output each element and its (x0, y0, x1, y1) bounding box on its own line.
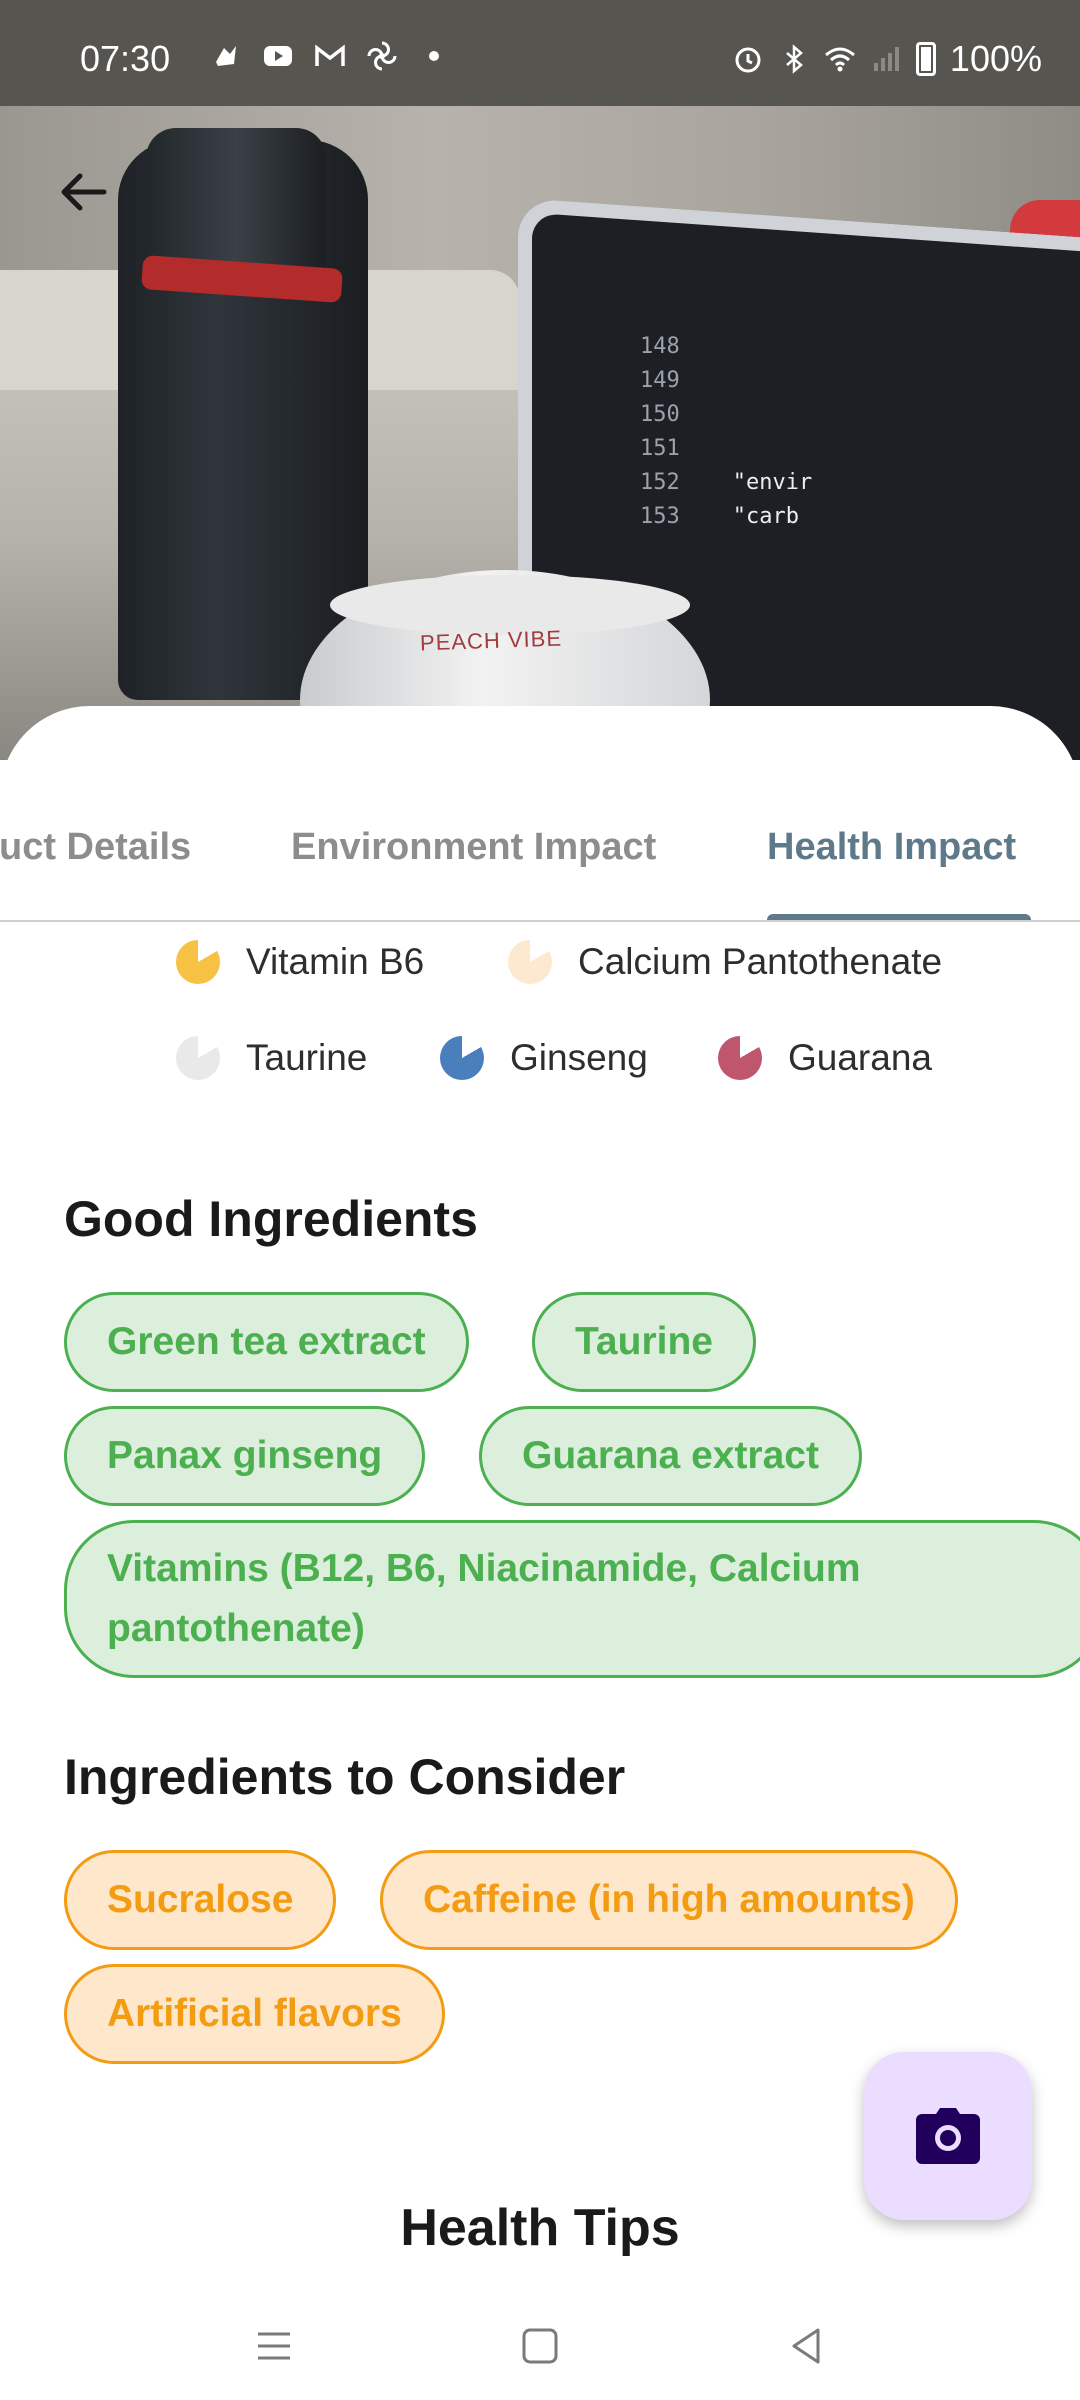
pie-legend-icon (176, 940, 220, 984)
good-ingredient-chip[interactable]: Vitamins (B12, B6, Niacinamide, Calcium … (64, 1520, 1080, 1678)
code-line-number: 152 (640, 470, 680, 495)
code-line-number: 151 (640, 436, 680, 461)
code-line-text: "envir (732, 470, 813, 495)
system-icons: 100% (732, 38, 1042, 80)
battery-icon (915, 42, 936, 76)
legend-label: Vitamin B6 (246, 941, 425, 982)
status-bar: 07:30 100% (0, 0, 1080, 106)
consider-ingredient-chip[interactable]: Artificial flavors (64, 1964, 445, 2064)
photo-laptop-code: 148 149 150 151 152 "envir 153 "carb (640, 330, 1060, 710)
legend-label: Calcium Pantothenate (578, 941, 943, 982)
menu-icon[interactable] (244, 2316, 304, 2376)
camera-button[interactable] (864, 2052, 1032, 2220)
back-triangle-icon[interactable] (776, 2316, 836, 2376)
pie-legend-icon (718, 1036, 762, 1080)
code-line-number: 153 (640, 504, 680, 529)
consider-ingredient-chip[interactable]: Sucralose (64, 1850, 337, 1950)
pinwheel-icon (367, 41, 397, 71)
battery-percent: 100% (949, 38, 1042, 79)
legend-item: Calcium Pantothenate (508, 940, 942, 984)
legend-item: Ginseng (440, 1036, 648, 1080)
back-arrow-icon[interactable] (52, 160, 116, 224)
photo-bottle-cap (146, 128, 326, 278)
tab-environment-impact[interactable]: Environment Impact (291, 826, 656, 869)
photo-can-label: PEACH VIBE (419, 625, 563, 656)
code-line-number: 149 (640, 368, 680, 393)
product-photo: 148 149 150 151 152 "envir 153 "carb PEA… (0, 0, 1080, 760)
legend-item: Taurine (176, 1036, 367, 1080)
home-square-icon[interactable] (510, 2316, 570, 2376)
code-line-text: "carb (732, 504, 799, 529)
wifi-icon (824, 47, 855, 72)
pie-legend-icon (176, 1036, 220, 1080)
legend-label: Taurine (246, 1037, 368, 1078)
good-ingredient-chip[interactable]: Green tea extract (64, 1292, 469, 1392)
bluetooth-icon (786, 44, 803, 74)
pie-legend-icon (440, 1036, 484, 1080)
consider-ingredient-chip[interactable]: Caffeine (in high amounts) (380, 1850, 958, 1950)
signal-icon (873, 47, 899, 71)
alarm-icon (735, 47, 761, 73)
system-nav-bar (0, 2290, 1080, 2400)
tab-product-details[interactable]: uct Details (0, 826, 191, 869)
legend-label: Ginseng (510, 1037, 648, 1078)
notification-icons (210, 40, 450, 72)
camera-icon (916, 2108, 980, 2164)
photo-can-top (330, 575, 690, 635)
tab-bar: uct Details Environment Impact Health Im… (0, 706, 1080, 922)
gmail-icon (315, 44, 345, 66)
dot-icon (429, 51, 439, 61)
legend-label: Guarana (788, 1037, 932, 1078)
code-line-number: 150 (640, 402, 680, 427)
consider-ingredients-title: Ingredients to Consider (64, 1749, 626, 1805)
pie-legend-icon (508, 940, 552, 984)
app-icon (216, 46, 236, 66)
legend-item: Vitamin B6 (176, 940, 424, 984)
youtube-icon (264, 46, 292, 66)
good-ingredient-chip[interactable]: Panax ginseng (64, 1406, 426, 1506)
code-line-number: 148 (640, 334, 680, 359)
good-ingredients-title: Good Ingredients (64, 1191, 478, 1247)
status-time: 07:30 (80, 38, 171, 79)
tab-health-impact[interactable]: Health Impact (767, 826, 1016, 869)
good-ingredient-chip[interactable]: Guarana extract (479, 1406, 862, 1506)
legend-item: Guarana (718, 1036, 932, 1080)
tabs-divider (0, 920, 1080, 922)
good-ingredient-chip[interactable]: Taurine (532, 1292, 756, 1392)
